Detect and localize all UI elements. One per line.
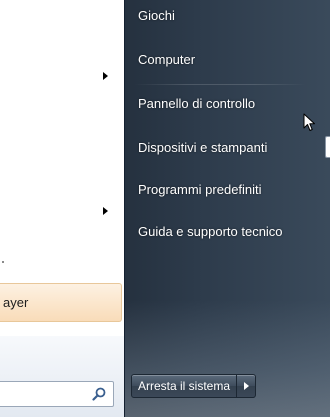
- recent-program-item[interactable]: ayer: [0, 283, 122, 322]
- submenu-arrow-icon[interactable]: [103, 207, 108, 215]
- edge-tab: [325, 136, 330, 158]
- shutdown-control: Arresta il sistema: [131, 374, 257, 398]
- recent-program-label: ayer: [3, 295, 29, 310]
- search-area: [0, 336, 124, 417]
- menu-item-games[interactable]: Giochi: [138, 8, 175, 23]
- menu-item-default-programs[interactable]: Programmi predefiniti: [138, 182, 262, 197]
- search-icon[interactable]: [92, 387, 106, 401]
- separator: [134, 84, 306, 85]
- menu-item-control-panel[interactable]: Pannello di controllo: [138, 96, 255, 111]
- search-input[interactable]: [4, 385, 84, 403]
- menu-item-help-support[interactable]: Guida e supporto tecnico: [138, 224, 283, 239]
- shutdown-options-button[interactable]: [237, 375, 255, 397]
- search-box[interactable]: [0, 381, 114, 407]
- menu-item-computer[interactable]: Computer: [138, 52, 195, 67]
- menu-item-devices-printers[interactable]: Dispositivi e stampanti: [138, 140, 267, 155]
- mouse-cursor-icon: [303, 113, 315, 131]
- shutdown-button[interactable]: Arresta il sistema: [132, 375, 238, 397]
- submenu-arrow-icon[interactable]: [103, 72, 108, 80]
- programs-pane: ayer: [0, 0, 124, 417]
- list-marker: [2, 261, 4, 263]
- chevron-right-icon: [243, 382, 249, 390]
